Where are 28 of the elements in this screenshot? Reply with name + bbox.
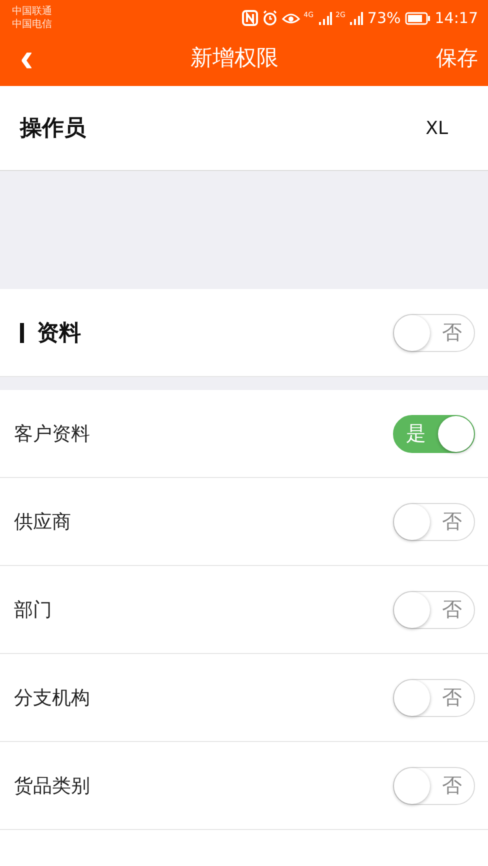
alarm-icon (262, 10, 278, 26)
permission-label: 货品类别 (14, 774, 90, 798)
nfc-icon (242, 10, 258, 26)
toggle-switch[interactable]: 否 (393, 590, 475, 628)
toggle-switch[interactable]: 否 (393, 766, 475, 804)
page-title: 新增权限 (190, 45, 279, 73)
toggle-switch[interactable]: 否 (393, 502, 475, 540)
carrier-name: 中国联通 (12, 5, 52, 18)
toggle-switch[interactable]: 是 (393, 414, 475, 452)
eye-icon (282, 11, 300, 25)
carrier-name: 中国电信 (12, 18, 52, 31)
permission-label: 客户资料 (14, 422, 90, 446)
operator-value: XL (426, 118, 448, 138)
permission-label: 分支机构 (14, 686, 90, 710)
toggle-switch[interactable]: 否 (393, 678, 475, 716)
toggle-switch[interactable]: 否 (393, 314, 475, 352)
operator-label: 操作员 (20, 115, 86, 143)
save-button[interactable]: 保存 (436, 44, 478, 72)
section-title: 资料 (37, 320, 81, 348)
back-button[interactable]: ‹ (20, 43, 34, 73)
permission-label: 部门 (14, 598, 52, 622)
battery-icon (404, 12, 431, 24)
permission-label: 供应商 (14, 510, 71, 534)
section-marker (20, 322, 24, 342)
signal-icon (349, 11, 364, 25)
clock-time: 14:17 (434, 9, 478, 27)
battery-percent: 73% (367, 9, 401, 27)
signal-icon (318, 11, 332, 25)
